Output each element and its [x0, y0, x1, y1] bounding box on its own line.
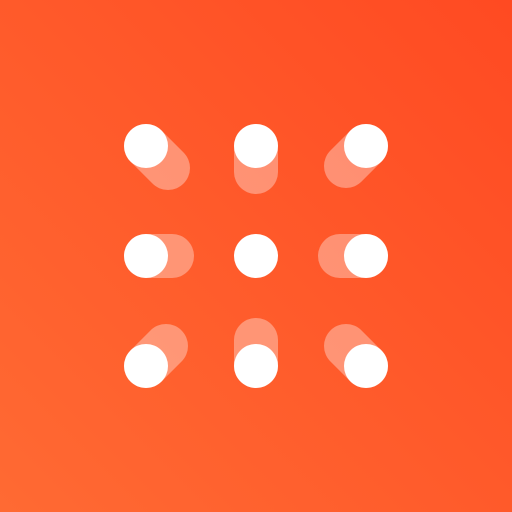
dot-top-right — [344, 124, 388, 168]
dot-top-left — [124, 124, 168, 168]
dot-bottom-center — [234, 344, 278, 388]
dot-middle-right — [344, 234, 388, 278]
dot-bottom-left — [124, 344, 168, 388]
dot-center — [234, 234, 278, 278]
app-icon — [0, 0, 512, 512]
dot-top-center — [234, 124, 278, 168]
dot-middle-left — [124, 234, 168, 278]
nine-dot-motion-grid-icon — [0, 0, 512, 512]
dot-bottom-right — [344, 344, 388, 388]
